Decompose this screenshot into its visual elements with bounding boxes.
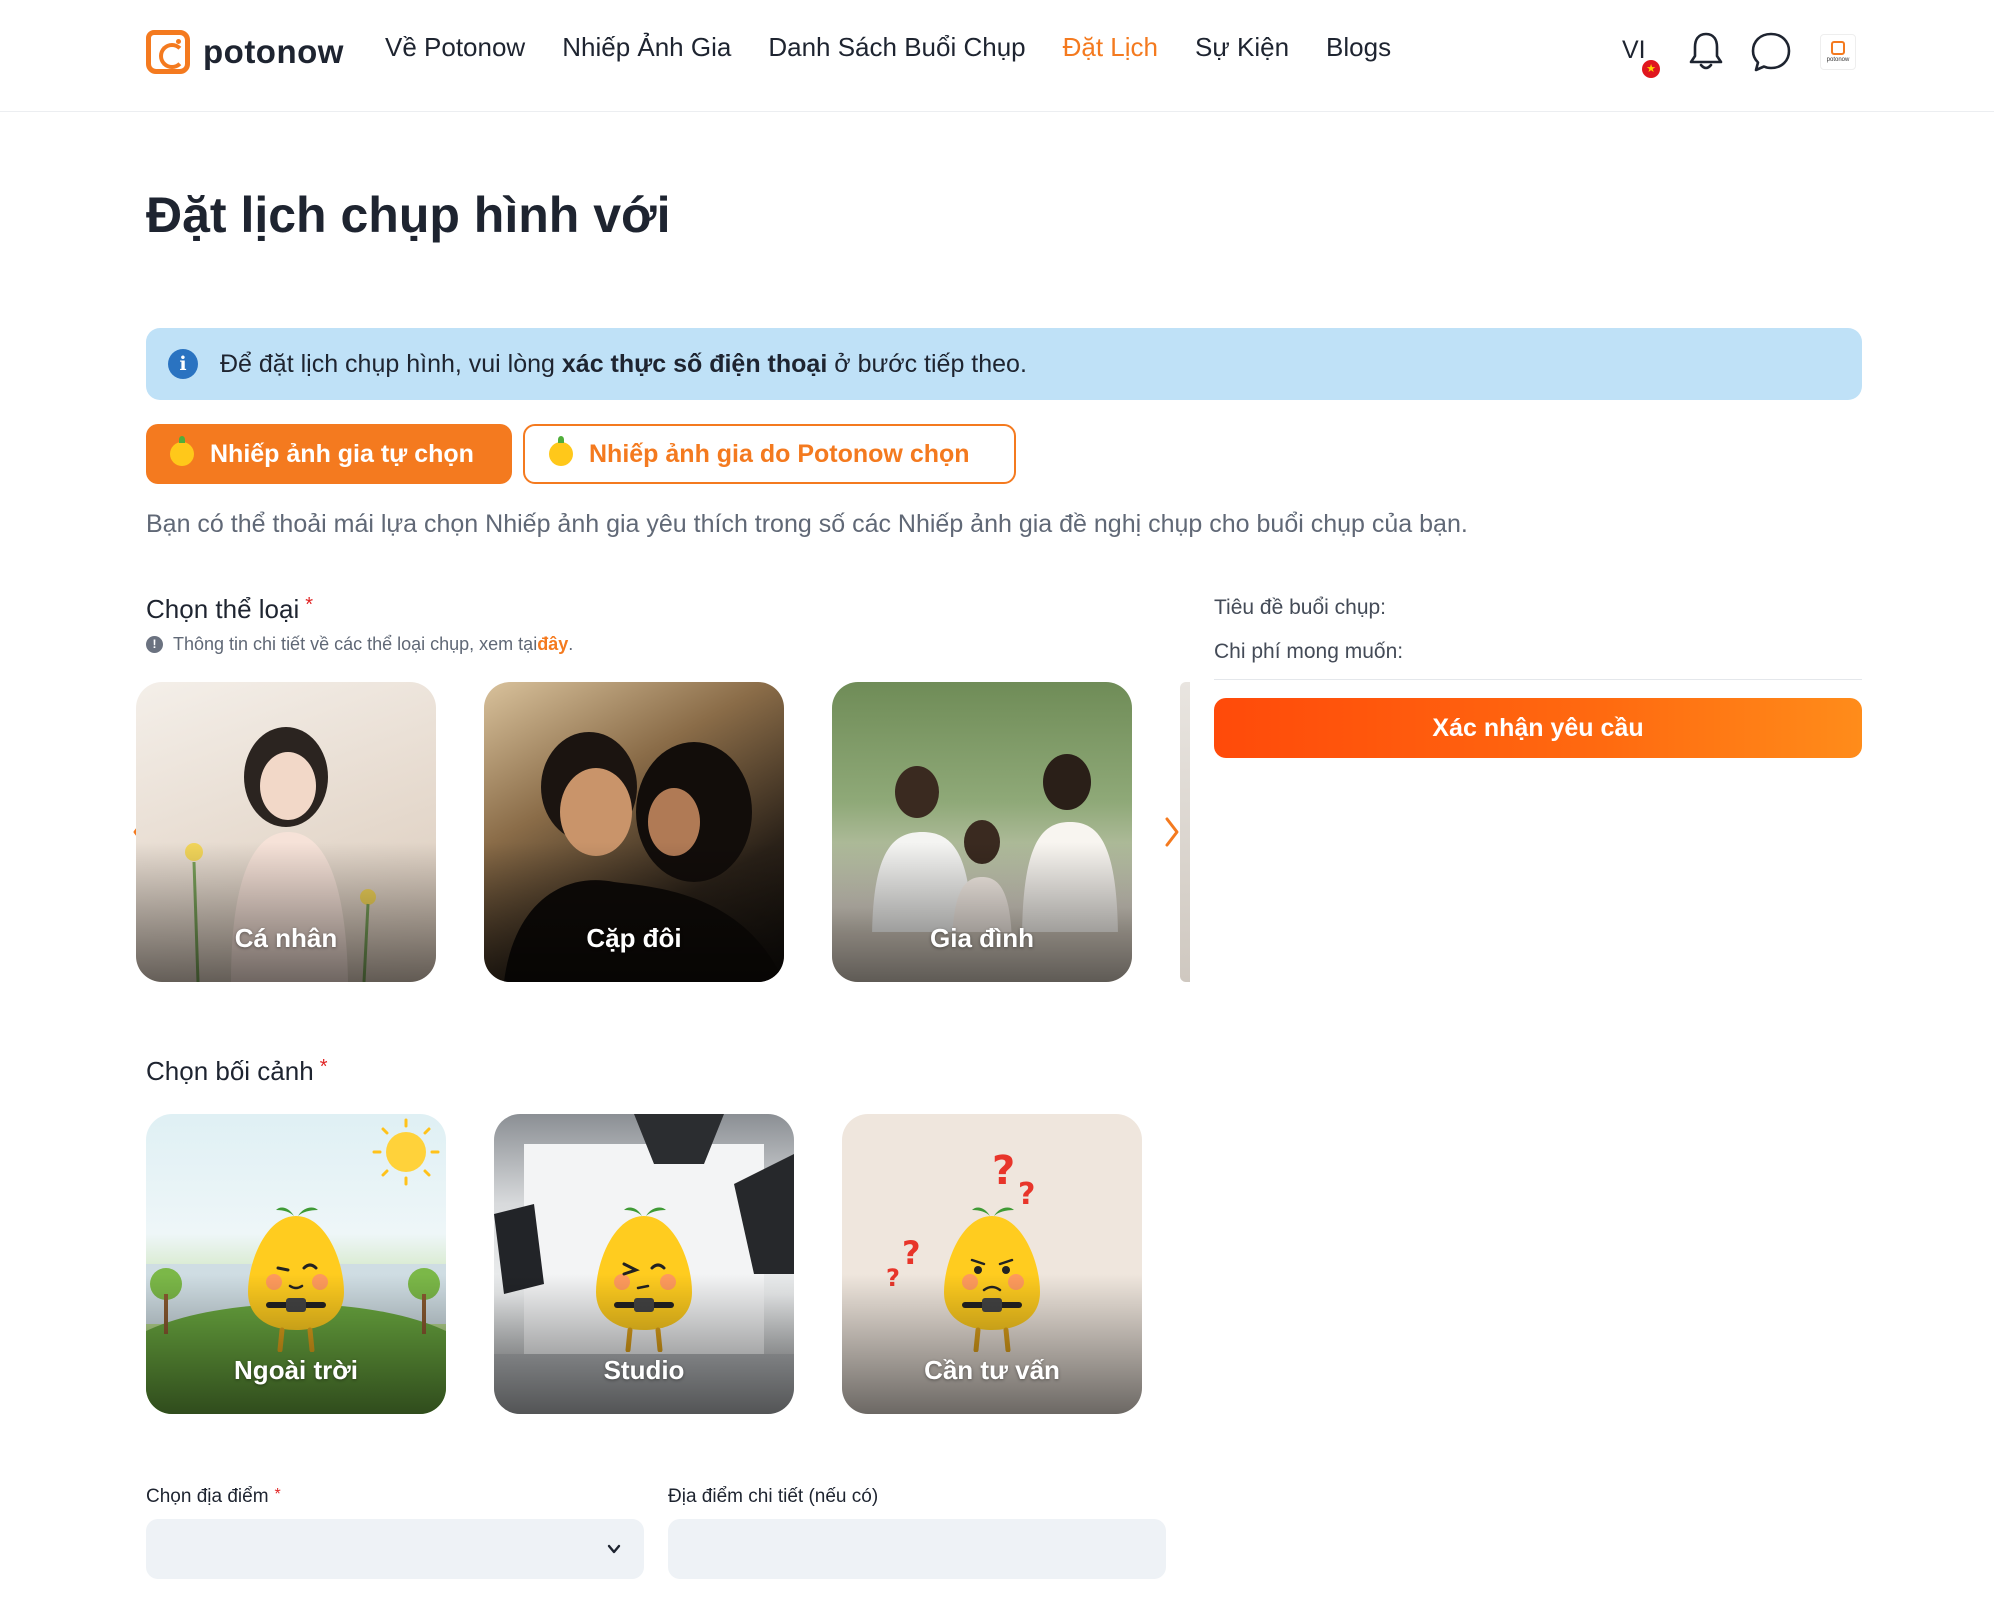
scene-card-outdoor[interactable]: Ngoài trời [146,1114,446,1414]
carousel-next-arrow-icon[interactable] [1162,815,1182,849]
summary-expected-cost: Chi phí mong muốn: [1214,640,1404,663]
potonow-select-photographer-button[interactable]: Nhiếp ảnh gia do Potonow chọn [523,424,1016,484]
self-select-label: Nhiếp ảnh gia tự chọn [210,439,474,468]
info-text: Để đặt lịch chụp hình, vui lòng xác thực… [220,349,1027,378]
bell-icon[interactable] [1686,30,1726,72]
card-shade [484,842,784,982]
category-label: Chọn thể loại * [146,594,314,624]
user-avatar[interactable]: potonow [1820,34,1856,70]
card-shade [832,842,1132,982]
scene-label-studio: Studio [603,1355,685,1385]
chat-icon[interactable] [1750,31,1792,73]
scene-card-consult[interactable]: ? ? ? ? Cần tư vấn [842,1114,1142,1414]
nav-item-booking[interactable]: Đặt Lịch [1063,32,1158,63]
scene-label-consult: Cần tư vấn [924,1355,1060,1385]
main-nav: Về Potonow Nhiếp Ảnh Gia Danh Sách Buổi … [385,32,1428,63]
nav-item-sessions[interactable]: Danh Sách Buổi Chụp [768,32,1025,63]
chevron-down-icon[interactable] [606,1541,622,1557]
summary-divider [1214,679,1862,680]
info-text-bold: xác thực số điện thoại [561,349,828,378]
required-mark: * [305,594,314,616]
category-hint: ! Thông tin chi tiết về các thể loại chụ… [146,634,573,655]
scene-card-studio[interactable]: Studio [494,1114,794,1414]
category-card-family[interactable]: Gia đình [832,682,1132,982]
svg-text:?: ? [992,1148,1015,1194]
category-label-couple: Cặp đôi [586,923,682,953]
scene-label: Chọn bối cảnh * [146,1056,328,1086]
page-title: Đặt lịch chụp hình với [146,187,671,243]
nav-item-events[interactable]: Sự Kiện [1195,32,1289,63]
location-detail-label: Địa điểm chi tiết (nếu có) [668,1486,879,1507]
required-mark: * [319,1056,328,1078]
category-label-personal: Cá nhân [234,923,338,953]
vietnam-flag-icon: ★ [1642,60,1660,78]
scene-label-outdoor: Ngoài trời [234,1355,358,1385]
language-switcher[interactable]: VI [1622,36,1646,65]
top-header: potonow Về Potonow Nhiếp Ảnh Gia Danh Sá… [0,0,1994,112]
info-banner: i Để đặt lịch chụp hình, vui lòng xác th… [146,328,1862,400]
summary-session-title: Tiêu đề buổi chụp: [1214,596,1387,619]
card-shade [842,1274,1142,1414]
potonow-logo[interactable]: potonow [146,30,344,74]
nav-item-blogs[interactable]: Blogs [1326,32,1391,63]
info-icon: i [168,349,198,379]
chick-icon [549,436,573,466]
nav-item-about[interactable]: Về Potonow [385,32,525,63]
svg-text:?: ? [902,1234,921,1272]
logo-mark-icon [146,30,190,74]
required-mark: * [274,1486,281,1503]
card-shade [494,1274,794,1414]
info-dot-icon: ! [146,636,163,653]
card-shade [136,842,436,982]
category-card-couple[interactable]: Cặp đôi [484,682,784,982]
category-hint-link[interactable]: đây [537,634,568,655]
location-label: Chọn địa điểm * [146,1486,281,1507]
logo-text: potonow [203,33,344,70]
avatar-text: potonow [1826,57,1850,63]
category-label-family: Gia đình [930,923,1034,953]
confirm-request-button[interactable]: Xác nhận yêu cầu [1214,698,1862,758]
potonow-select-label: Nhiếp ảnh gia do Potonow chọn [589,439,970,468]
category-card-personal[interactable]: Cá nhân [136,682,436,982]
avatar-logo-icon [1831,41,1845,55]
nav-item-photographers[interactable]: Nhiếp Ảnh Gia [562,32,731,63]
mode-description: Bạn có thể thoải mái lựa chọn Nhiếp ảnh … [146,510,1468,538]
self-select-photographer-button[interactable]: Nhiếp ảnh gia tự chọn [146,424,512,484]
location-select[interactable] [146,1519,644,1579]
chick-icon [170,436,194,466]
location-detail-input[interactable] [668,1519,1166,1579]
card-shade [146,1274,446,1414]
